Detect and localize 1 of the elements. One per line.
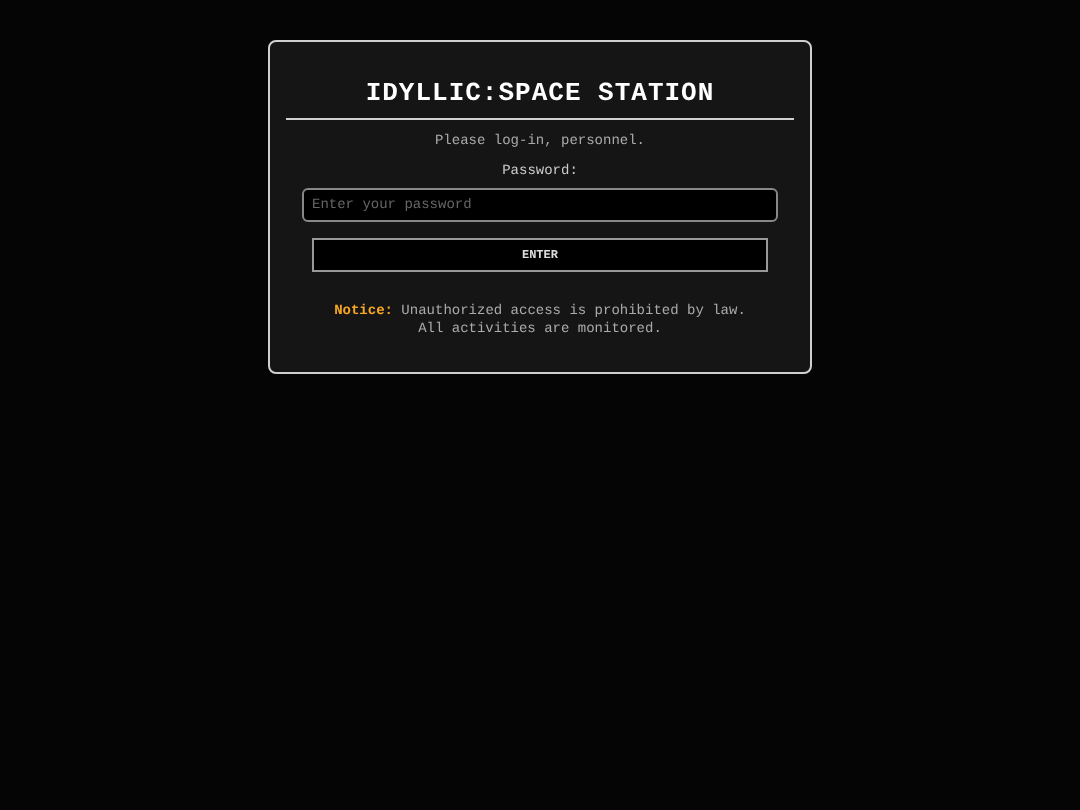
station-title: IDYLLIC:SPACE STATION [365,78,715,110]
